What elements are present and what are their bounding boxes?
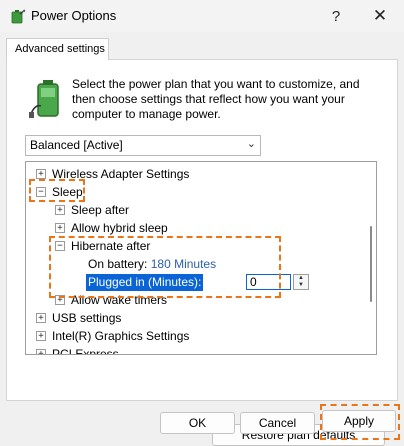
battery-icon — [29, 80, 59, 118]
power-plan-dropdown[interactable]: Balanced [Active] ⌄ — [25, 135, 261, 156]
tree-item-plugged-in[interactable]: Plugged in (Minutes): 0 ▲ ▼ — [86, 273, 326, 291]
power-options-icon — [11, 9, 26, 24]
tree-item-pci-express[interactable]: + PCI Express — [36, 345, 119, 354]
title-bar: Power Options ? ✕ — [0, 0, 404, 32]
expand-icon[interactable]: + — [36, 312, 46, 323]
tree-item-allow-hybrid-sleep[interactable]: + Allow hybrid sleep — [55, 219, 168, 237]
expand-icon[interactable]: + — [36, 348, 46, 354]
plugged-in-label: Plugged in (Minutes): — [86, 274, 204, 291]
help-button[interactable]: ? — [314, 0, 358, 32]
tree-item-hibernate-after[interactable]: − Hibernate after — [55, 237, 150, 255]
ok-button[interactable]: OK — [160, 412, 235, 434]
collapse-icon[interactable]: − — [36, 186, 46, 197]
tree-item-sleep[interactable]: − Sleep — [36, 183, 83, 201]
tree-item-sleep-after[interactable]: + Sleep after — [55, 201, 129, 219]
tree-item-intel-graphics[interactable]: + Intel(R) Graphics Settings — [36, 327, 189, 345]
expand-icon[interactable]: + — [36, 168, 46, 179]
on-battery-label: On battery: — [88, 257, 148, 271]
spin-up-icon[interactable]: ▲ — [294, 275, 308, 282]
expand-icon[interactable]: + — [55, 204, 65, 215]
settings-tree[interactable]: + Wireless Adapter Settings − Sleep + Sleep… — [25, 161, 377, 355]
tab-advanced-settings[interactable]: Advanced settings — [6, 38, 109, 60]
apply-button[interactable]: Apply — [322, 410, 396, 432]
tree-item-allow-wake-timers[interactable]: + Allow wake timers — [55, 291, 167, 309]
tree-item-wireless-adapter[interactable]: + Wireless Adapter Settings — [36, 165, 189, 183]
tree-item-usb-settings[interactable]: + USB settings — [36, 309, 121, 327]
minutes-spinner[interactable]: ▲ ▼ — [293, 274, 309, 290]
advanced-settings-panel: Select the power plan that you want to c… — [6, 59, 398, 446]
expand-icon[interactable]: + — [55, 222, 65, 233]
spin-down-icon[interactable]: ▼ — [294, 282, 308, 289]
window-title: Power Options — [31, 8, 117, 23]
collapse-icon[interactable]: − — [55, 240, 65, 251]
tree-item-on-battery[interactable]: On battery: 180 Minutes — [88, 255, 216, 273]
chevron-down-icon: ⌄ — [246, 138, 256, 150]
scroll-thumb[interactable] — [370, 226, 372, 302]
expand-icon[interactable]: + — [36, 330, 46, 341]
close-button[interactable]: ✕ — [358, 0, 402, 32]
cancel-button[interactable]: Cancel — [240, 412, 315, 434]
plan-description: Select the power plan that you want to c… — [72, 77, 360, 121]
power-plan-selected: Balanced [Active] — [30, 138, 123, 152]
plugged-in-minutes-input[interactable]: 0 — [246, 274, 291, 290]
tree-scrollbar[interactable] — [366, 162, 376, 354]
on-battery-value-link[interactable]: 180 Minutes — [151, 257, 216, 271]
expand-icon[interactable]: + — [55, 294, 65, 305]
